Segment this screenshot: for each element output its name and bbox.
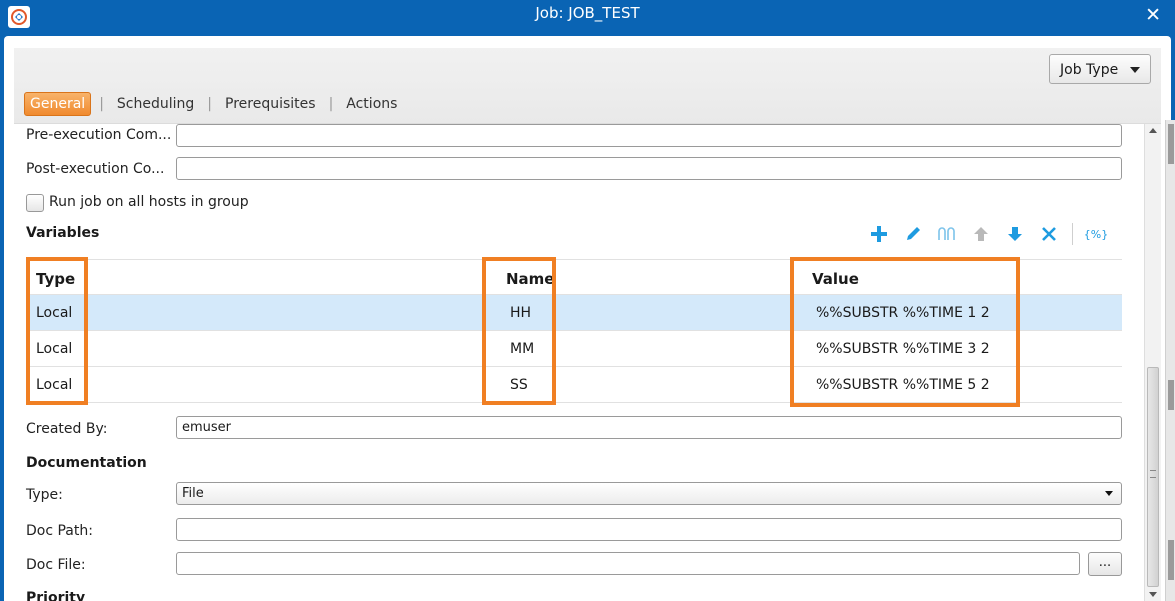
copy-icon[interactable] xyxy=(936,223,958,245)
doc-type-value: File xyxy=(182,486,204,501)
background-window-scrollbar xyxy=(1165,120,1175,601)
add-icon[interactable] xyxy=(868,223,890,245)
window-title: Job: JOB_TEST xyxy=(535,4,640,22)
job-type-dropdown[interactable]: Job Type xyxy=(1049,54,1151,84)
move-down-icon[interactable] xyxy=(1004,223,1026,245)
delete-icon[interactable] xyxy=(1038,223,1060,245)
background-scroll-thumb xyxy=(1168,540,1174,580)
tab-actions[interactable]: Actions xyxy=(341,93,402,115)
job-header: Job Type General | Scheduling | Prerequi… xyxy=(14,48,1161,124)
scrollbar-thumb[interactable] xyxy=(1147,367,1159,587)
job-type-label: Job Type xyxy=(1060,62,1119,78)
toolbar-separator xyxy=(1072,223,1073,245)
doc-file-input[interactable] xyxy=(176,552,1080,575)
background-scroll-thumb xyxy=(1168,124,1174,164)
edit-icon[interactable] xyxy=(902,223,924,245)
variable-icon-glyph: {%} xyxy=(1083,227,1109,241)
browse-button[interactable]: ... xyxy=(1088,552,1122,576)
job-dialog: Job Type General | Scheduling | Prerequi… xyxy=(4,36,1171,601)
tab-separator: | xyxy=(99,96,104,112)
tab-general[interactable]: General xyxy=(24,92,92,116)
variable-icon[interactable]: {%} xyxy=(1083,223,1109,245)
vertical-scrollbar[interactable] xyxy=(1144,124,1161,601)
post-exec-label: Post-execution Co... xyxy=(26,161,165,177)
tab-separator: | xyxy=(207,96,212,112)
scroll-down-icon[interactable] xyxy=(1149,592,1157,597)
pre-exec-label: Pre-execution Com... xyxy=(26,127,172,143)
move-up-icon[interactable] xyxy=(970,223,992,245)
type-column-highlight xyxy=(26,257,88,405)
chevron-down-icon xyxy=(1105,491,1113,496)
doc-path-input[interactable] xyxy=(176,518,1122,541)
pre-exec-input[interactable] xyxy=(176,124,1122,147)
priority-title: Priority xyxy=(26,590,86,601)
close-icon[interactable]: ✕ xyxy=(1145,4,1161,26)
chevron-down-icon xyxy=(1130,67,1140,73)
scroll-up-icon[interactable] xyxy=(1149,128,1157,133)
variables-title: Variables xyxy=(26,225,100,241)
created-by-label: Created By: xyxy=(26,421,108,437)
doc-file-label: Doc File: xyxy=(26,557,86,573)
name-column-highlight xyxy=(482,257,556,405)
tab-scheduling[interactable]: Scheduling xyxy=(112,93,199,115)
value-column-highlight xyxy=(790,257,1020,407)
run-all-hosts-checkbox[interactable] xyxy=(26,194,44,212)
doc-type-select[interactable]: File xyxy=(176,482,1122,505)
general-tab-content: Pre-execution Com... Post-execution Co..… xyxy=(14,124,1161,601)
documentation-title: Documentation xyxy=(26,455,147,471)
background-scroll-thumb xyxy=(1168,380,1174,410)
doc-path-label: Doc Path: xyxy=(26,523,93,539)
created-by-input[interactable]: emuser xyxy=(176,416,1122,439)
tab-separator: | xyxy=(328,96,334,112)
post-exec-input[interactable] xyxy=(176,157,1122,180)
doc-type-label: Type: xyxy=(26,487,63,503)
tab-bar: General | Scheduling | Prerequisites | A… xyxy=(24,90,402,118)
variables-toolbar: {%} xyxy=(862,223,1113,245)
tab-prerequisites[interactable]: Prerequisites xyxy=(220,93,321,115)
title-bar: Job: JOB_TEST ✕ xyxy=(0,0,1175,36)
run-all-hosts-label: Run job on all hosts in group xyxy=(49,194,249,210)
grip-icon xyxy=(1150,470,1156,478)
